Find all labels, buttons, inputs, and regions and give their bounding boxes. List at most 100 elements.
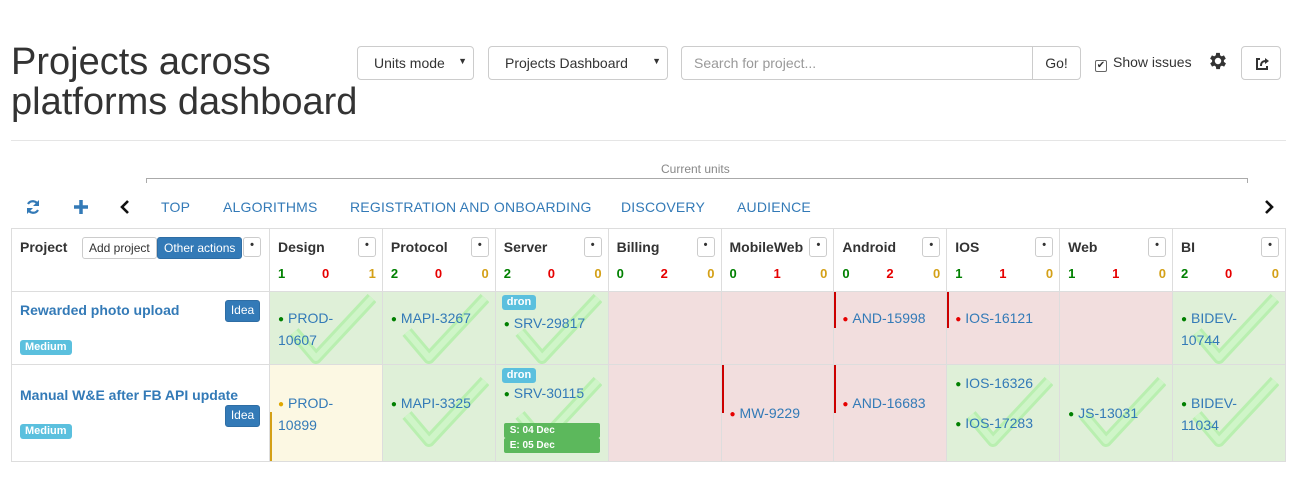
issue-link[interactable]: ● IOS-16326 bbox=[955, 373, 1045, 395]
blocker-marker bbox=[834, 365, 837, 413]
show-issues-checkbox[interactable]: ✔ bbox=[1095, 60, 1107, 72]
table-row: Manual W&E after FB API update Idea Medi… bbox=[11, 364, 1286, 462]
count-in-progress: 0 bbox=[707, 266, 715, 281]
issue-link[interactable]: ● MAPI-3325 bbox=[391, 393, 481, 415]
issue-key: SRV-29817 bbox=[513, 315, 586, 331]
issue-link[interactable]: ● IOS-17283 bbox=[955, 413, 1045, 435]
page-title-line1: Projects across bbox=[11, 41, 271, 83]
issue-link[interactable]: ● BIDEV- 11034 bbox=[1181, 393, 1271, 435]
bullet-icon: ● bbox=[390, 399, 397, 410]
column-menu-button[interactable]: • bbox=[1035, 237, 1054, 257]
count-blocked: 2 bbox=[886, 266, 894, 281]
search-placeholder: Search for project... bbox=[694, 55, 817, 71]
android-cell: ● AND-16683 bbox=[833, 364, 948, 462]
bullet-icon: ● bbox=[1181, 399, 1188, 410]
issue-key: IOS-16121 bbox=[965, 310, 1034, 326]
column-menu-button[interactable]: • bbox=[1261, 237, 1279, 257]
chevron-right-icon[interactable] bbox=[1260, 198, 1278, 216]
web-cell: ● JS-13031 bbox=[1059, 364, 1173, 462]
issue-link[interactable]: ● PROD- 10899 bbox=[278, 393, 368, 435]
issue-key-part1: BIDEV- bbox=[1191, 395, 1237, 411]
bullet-icon: ● bbox=[278, 314, 285, 325]
project-link[interactable]: Rewarded photo upload bbox=[20, 302, 179, 318]
go-button[interactable]: Go! bbox=[1032, 46, 1081, 80]
tab-algorithms[interactable]: ALGORITHMS bbox=[223, 199, 318, 215]
share-button[interactable] bbox=[1241, 46, 1281, 80]
column-name: Billing bbox=[616, 239, 660, 255]
issue-link[interactable]: ● SRV-30115 bbox=[504, 383, 594, 405]
tab-audience[interactable]: AUDIENCE bbox=[737, 199, 811, 215]
column-menu-button[interactable]: • bbox=[470, 237, 489, 257]
plus-icon[interactable] bbox=[72, 198, 90, 216]
column-header-mobileweb: MobileWeb • 0 1 0 bbox=[720, 228, 835, 292]
issue-key-part2: 10899 bbox=[278, 417, 317, 433]
bullet-icon: ● bbox=[278, 399, 285, 410]
priority-badge: Medium bbox=[20, 424, 72, 439]
issue-key-part2: 11034 bbox=[1181, 417, 1219, 433]
show-issues-label: Show issues bbox=[1113, 54, 1192, 70]
column-menu-button[interactable]: • bbox=[696, 237, 715, 257]
count-blocked: 0 bbox=[1225, 266, 1233, 281]
count-done: 0 bbox=[616, 266, 624, 281]
count-in-progress: 0 bbox=[820, 266, 828, 281]
android-cell: ● AND-15998 bbox=[833, 291, 948, 365]
column-menu-button[interactable]: • bbox=[922, 237, 941, 257]
chevron-left-icon[interactable] bbox=[116, 198, 134, 216]
end-date-label: E: 05 Dec bbox=[503, 438, 600, 453]
project-header-label: Project bbox=[20, 239, 68, 255]
issue-key: AND-15998 bbox=[852, 310, 926, 326]
tab-registration-and-onboarding[interactable]: REGISTRATION AND ONBOARDING bbox=[350, 199, 592, 215]
issue-link[interactable]: ● AND-15998 bbox=[842, 308, 932, 330]
column-menu-button[interactable]: • bbox=[583, 237, 602, 257]
column-menu-button[interactable]: • bbox=[809, 237, 828, 257]
issue-key: MAPI-3325 bbox=[400, 395, 471, 411]
issue-link[interactable]: ● AND-16683 bbox=[842, 393, 932, 415]
project-menu-button[interactable]: • bbox=[243, 237, 261, 257]
priority-badge: Medium bbox=[20, 340, 72, 355]
issue-link[interactable]: ● PROD- 10607 bbox=[278, 308, 368, 350]
tab-discovery[interactable]: DISCOVERY bbox=[621, 199, 705, 215]
count-done: 0 bbox=[729, 266, 737, 281]
header-divider bbox=[11, 140, 1286, 141]
column-menu-button[interactable]: • bbox=[1148, 237, 1166, 257]
issue-link[interactable]: ● MAPI-3267 bbox=[391, 308, 481, 330]
count-done: 2 bbox=[390, 266, 399, 281]
issue-link[interactable]: ● IOS-16121 bbox=[955, 308, 1045, 330]
project-link[interactable]: Manual W&E after FB API update bbox=[20, 387, 238, 403]
add-project-button[interactable]: Add project bbox=[82, 237, 157, 259]
units-mode-select[interactable]: Units mode ▼ bbox=[357, 46, 474, 80]
protocol-cell: ● MAPI-3267 bbox=[381, 291, 496, 365]
column-name: IOS bbox=[955, 239, 980, 255]
tab-top[interactable]: TOP bbox=[161, 199, 190, 215]
billing-cell bbox=[607, 364, 722, 462]
in-progress-marker bbox=[270, 412, 272, 461]
column-header-protocol: Protocol • 2 0 0 bbox=[381, 228, 496, 292]
other-actions-button[interactable]: Other actions bbox=[157, 237, 243, 259]
mobileweb-cell: ● MW-9229 bbox=[720, 364, 835, 462]
column-name: Android bbox=[842, 239, 897, 255]
protocol-cell: ● MAPI-3325 bbox=[381, 364, 496, 462]
bullet-icon: ● bbox=[503, 319, 510, 330]
billing-cell bbox=[607, 291, 722, 365]
bullet-icon: ● bbox=[390, 314, 397, 325]
project-type-button[interactable]: Idea bbox=[225, 405, 260, 427]
search-input[interactable]: Search for project... bbox=[681, 46, 1033, 80]
column-menu-button[interactable]: • bbox=[357, 237, 376, 257]
bullet-icon: ● bbox=[842, 314, 849, 325]
page-title-line2: platforms dashboard bbox=[11, 81, 358, 123]
issue-link[interactable]: ● MW-9229 bbox=[730, 403, 820, 425]
show-issues-toggle[interactable]: ✔ Show issues bbox=[1095, 54, 1192, 72]
count-blocked: 1 bbox=[999, 266, 1007, 281]
server-cell: dron ● SRV-29817 bbox=[494, 291, 609, 365]
issue-link[interactable]: ● SRV-29817 bbox=[504, 313, 594, 335]
issue-link[interactable]: ● JS-13031 bbox=[1068, 403, 1158, 425]
refresh-icon[interactable] bbox=[24, 198, 42, 216]
count-done: 1 bbox=[955, 266, 963, 281]
count-blocked: 0 bbox=[434, 266, 443, 281]
project-type-button[interactable]: Idea bbox=[225, 300, 260, 322]
issue-link[interactable]: ● BIDEV- 10744 bbox=[1181, 308, 1271, 350]
dashboard-select[interactable]: Projects Dashboard ▼ bbox=[488, 46, 668, 80]
bullet-icon: ● bbox=[842, 399, 849, 410]
column-header-web: Web • 1 1 0 bbox=[1059, 228, 1173, 292]
gear-icon[interactable] bbox=[1207, 50, 1229, 72]
